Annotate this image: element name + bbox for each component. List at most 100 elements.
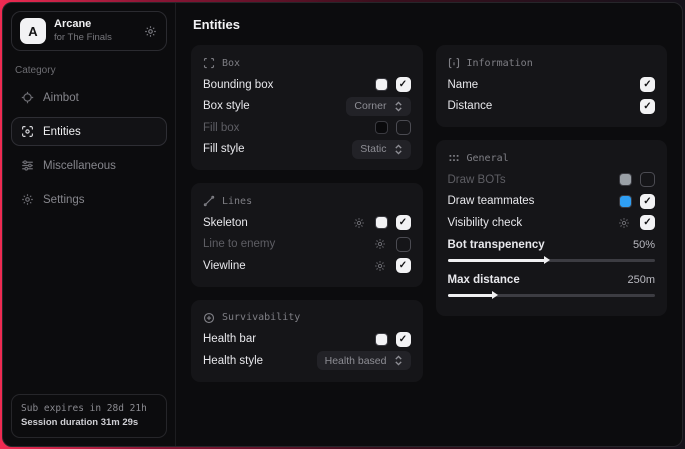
checkbox[interactable]: [396, 77, 411, 92]
gear-icon[interactable]: [372, 258, 388, 274]
box-style-dropdown[interactable]: Corner: [346, 97, 410, 116]
setting-label: Draw BOTs: [448, 174, 620, 186]
color-swatch[interactable]: [375, 216, 388, 229]
gear-icon[interactable]: [142, 23, 158, 39]
chevron-up-down-icon: [394, 101, 403, 112]
setting-label: Draw teammates: [448, 195, 620, 207]
gear-icon[interactable]: [351, 215, 367, 231]
setting-label: Name: [448, 79, 641, 91]
setting-row-line-to-enemy: Line to enemy: [203, 234, 411, 256]
setting-label: Distance: [448, 100, 641, 112]
setting-row-box-style: Box style Corner: [203, 96, 411, 118]
setting-label: Bounding box: [203, 79, 375, 91]
checkbox[interactable]: [640, 194, 655, 209]
sidebar-item-label: Settings: [43, 194, 85, 206]
grid-dots-icon: [448, 152, 460, 164]
checkbox[interactable]: [396, 215, 411, 230]
checkbox[interactable]: [396, 332, 411, 347]
color-swatch[interactable]: [375, 333, 388, 346]
setting-row-visibility-check: Visibility check: [448, 212, 656, 234]
setting-row-skeleton: Skeleton: [203, 212, 411, 234]
slider-label: Bot transpenency: [448, 239, 633, 251]
setting-row-draw-teammates: Draw teammates: [448, 191, 656, 213]
brand-card: A Arcane for The Finals: [11, 11, 167, 51]
panel-title: General: [467, 153, 509, 164]
setting-row-health-bar: Health bar: [203, 329, 411, 351]
slider-row-max-distance: Max distance 250m: [448, 271, 656, 289]
setting-row-health-style: Health style Health based: [203, 350, 411, 372]
sliders-icon: [21, 159, 34, 172]
brand-subtitle: for The Finals: [54, 32, 134, 44]
gear-icon: [21, 193, 34, 206]
color-swatch[interactable]: [375, 78, 388, 91]
panel-title: Survivability: [222, 312, 300, 323]
setting-label: Visibility check: [448, 217, 617, 229]
crosshair-icon: [21, 91, 34, 104]
checkbox[interactable]: [396, 258, 411, 273]
sub-expiry-text: Sub expires in 28d 21h: [21, 402, 157, 416]
slider-row-bot-transparency: Bot transpenency 50%: [448, 236, 656, 254]
color-swatch[interactable]: [619, 173, 632, 186]
setting-label: Health style: [203, 355, 317, 367]
dropdown-value: Health based: [325, 355, 387, 367]
sidebar-item-aimbot[interactable]: Aimbot: [11, 83, 167, 112]
gear-icon[interactable]: [616, 215, 632, 231]
entities-icon: [21, 125, 34, 138]
checkbox[interactable]: [396, 237, 411, 252]
sidebar-item-entities[interactable]: Entities: [11, 117, 167, 146]
bot-transparency-slider[interactable]: [448, 259, 656, 262]
gear-icon[interactable]: [372, 236, 388, 252]
checkbox[interactable]: [640, 215, 655, 230]
dropdown-value: Corner: [354, 100, 386, 112]
slider-fill: [448, 259, 546, 262]
panel-information: Information Name Distance: [436, 45, 668, 127]
category-label: Category: [15, 65, 163, 76]
brand-name: Arcane: [54, 18, 134, 32]
sidebar-item-label: Entities: [43, 126, 81, 138]
sidebar-item-label: Miscellaneous: [43, 160, 116, 172]
main-content: Entities Box: [176, 3, 682, 446]
sidebar-item-miscellaneous[interactable]: Miscellaneous: [11, 151, 167, 180]
panel-survivability: Survivability Health bar Health style: [191, 300, 423, 382]
info-brackets-icon: [448, 57, 460, 69]
setting-row-distance: Distance: [448, 96, 656, 118]
checkbox[interactable]: [640, 77, 655, 92]
setting-label: Health bar: [203, 333, 375, 345]
panel-general: General Draw BOTs Draw teammates: [436, 140, 668, 316]
setting-label: Skeleton: [203, 217, 351, 229]
slider-fill: [448, 294, 494, 297]
chevron-up-down-icon: [394, 355, 403, 366]
setting-row-fill-box: Fill box: [203, 117, 411, 139]
fill-style-dropdown[interactable]: Static: [352, 140, 410, 159]
page-title: Entities: [193, 17, 667, 32]
slider-value: 250m: [627, 274, 655, 286]
setting-label: Viewline: [203, 260, 372, 272]
checkbox[interactable]: [640, 99, 655, 114]
panel-title: Lines: [222, 196, 252, 207]
sidebar-item-label: Aimbot: [43, 92, 79, 104]
session-duration-text: Session duration 31m 29s: [21, 416, 157, 430]
setting-row-bounding-box: Bounding box: [203, 74, 411, 96]
setting-row-draw-bots: Draw BOTs: [448, 169, 656, 191]
slider-label: Max distance: [448, 274, 628, 286]
box-corners-icon: [203, 57, 215, 69]
setting-label: Fill box: [203, 122, 375, 134]
checkbox[interactable]: [640, 172, 655, 187]
color-swatch[interactable]: [375, 121, 388, 134]
setting-row-viewline: Viewline: [203, 255, 411, 277]
panel-title: Information: [467, 58, 533, 69]
subscription-info-card: Sub expires in 28d 21h Session duration …: [11, 394, 167, 439]
max-distance-slider[interactable]: [448, 294, 656, 297]
sidebar-item-settings[interactable]: Settings: [11, 185, 167, 214]
color-swatch[interactable]: [619, 195, 632, 208]
setting-row-fill-style: Fill style Static: [203, 139, 411, 161]
checkbox[interactable]: [396, 120, 411, 135]
panel-box: Box Bounding box Box style: [191, 45, 423, 170]
app-window: A Arcane for The Finals Category: [2, 2, 683, 447]
setting-label: Fill style: [203, 143, 352, 155]
setting-row-name: Name: [448, 74, 656, 96]
brand-logo: A: [20, 18, 46, 44]
health-style-dropdown[interactable]: Health based: [317, 351, 411, 370]
dropdown-value: Static: [360, 143, 386, 155]
slider-value: 50%: [633, 239, 655, 251]
